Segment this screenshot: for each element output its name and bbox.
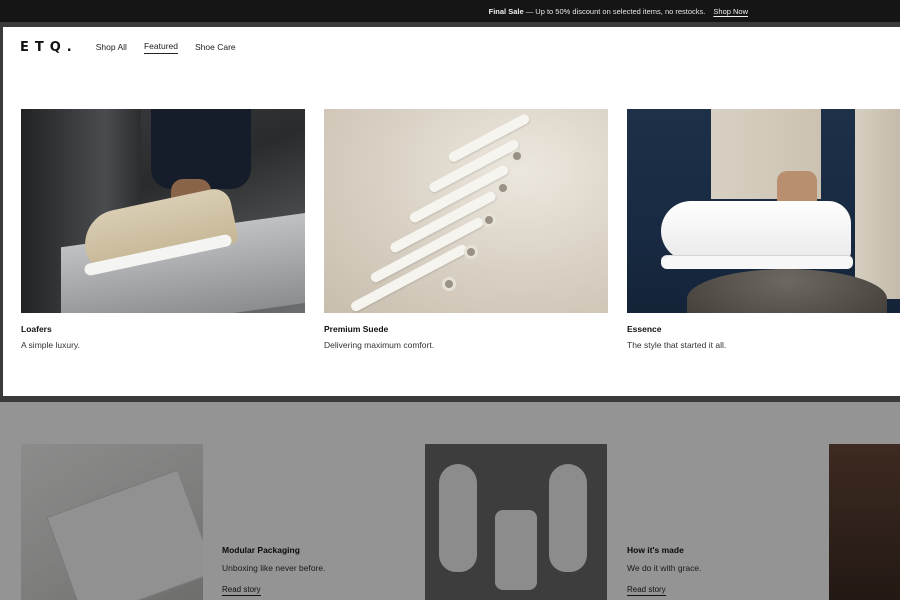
nav-shoe-care[interactable]: Shoe Care: [195, 42, 236, 54]
card-title[interactable]: Essence: [627, 324, 900, 334]
featured-card-loafers[interactable]: Loafers A simple luxury.: [21, 109, 305, 350]
announcement-bold: Final Sale: [488, 6, 524, 16]
brand-logo[interactable]: ETQ.: [20, 40, 78, 55]
essence-image[interactable]: [627, 109, 900, 313]
announcement-text: Final Sale — Up to 50% discount on selec…: [489, 7, 706, 16]
card-subtitle: The style that started it all.: [627, 340, 727, 350]
nav-featured[interactable]: Featured: [143, 41, 178, 54]
featured-mega-menu: ETQ. Shop All Featured Shoe Care Loafers…: [3, 27, 900, 396]
card-subtitle: A simple luxury.: [21, 340, 80, 350]
loafers-image[interactable]: [21, 109, 305, 313]
announcement-message: — Up to 50% discount on selected items, …: [525, 6, 706, 16]
featured-card-essence[interactable]: Essence The style that started it all.: [627, 109, 900, 350]
page-overlay[interactable]: [0, 402, 900, 600]
shop-now-link[interactable]: Shop Now: [713, 7, 748, 16]
card-subtitle: Delivering maximum comfort.: [324, 340, 435, 350]
featured-card-premium-suede[interactable]: Premium Suede Delivering maximum comfort…: [324, 109, 608, 350]
card-title[interactable]: Loafers: [21, 324, 305, 334]
premium-suede-image[interactable]: [324, 109, 608, 313]
nav-shop-all[interactable]: Shop All: [96, 42, 127, 54]
announcement-bar: Final Sale — Up to 50% discount on selec…: [0, 0, 900, 22]
stories-section: Modular Packaging Unboxing like never be…: [0, 402, 900, 600]
main-nav: ETQ. Shop All Featured Shoe Care: [20, 40, 253, 55]
card-title[interactable]: Premium Suede: [324, 324, 608, 334]
